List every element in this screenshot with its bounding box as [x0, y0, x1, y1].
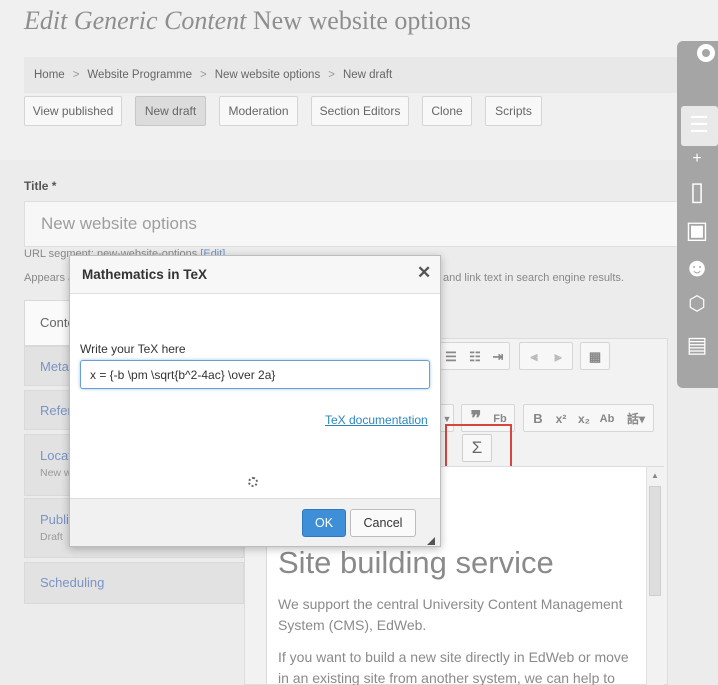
breadcrumb-new-website-options[interactable]: New website options: [215, 69, 320, 81]
tab-moderation[interactable]: Moderation: [219, 96, 298, 126]
tab-clone[interactable]: Clone: [422, 96, 472, 126]
code-icon[interactable]: ⬡: [682, 291, 712, 316]
sidetab-location-label: Locat: [40, 448, 72, 463]
sidetab-metadata-label: Meta: [40, 359, 69, 374]
sidetab-scheduling-label: Scheduling: [40, 575, 105, 590]
video-icon[interactable]: ▤: [682, 332, 712, 358]
cancel-button[interactable]: Cancel: [350, 509, 416, 537]
appears-text-tail: and link text in search engine results.: [443, 272, 624, 284]
title-input[interactable]: New website options: [24, 201, 684, 247]
list-icon[interactable]: ☰: [684, 112, 714, 138]
tex-label: Write your TeX here: [80, 342, 186, 356]
table-icon[interactable]: ▦: [584, 346, 606, 368]
content-paragraph-line: in an existing site from another system,…: [278, 670, 615, 685]
image-icon[interactable]: ▣: [682, 216, 712, 245]
tex-input[interactable]: [80, 360, 430, 389]
page-header: Edit Generic Content New website options…: [0, 0, 718, 160]
breadcrumb-website-programme[interactable]: Website Programme: [87, 69, 192, 81]
appears-text: Appears a: [24, 272, 75, 284]
abbreviation-icon[interactable]: Ab: [596, 408, 618, 430]
text-style-toolbar-group: B x² x₂ Ab 話▾: [523, 404, 654, 432]
close-icon[interactable]: ✕: [417, 263, 431, 283]
tex-documentation-link[interactable]: TeX documentation: [325, 413, 428, 427]
add-icon[interactable]: +: [682, 150, 712, 168]
content-paragraph-line: If you want to build a new site directly…: [278, 649, 629, 665]
sidetab-references-label: Refer: [40, 403, 72, 418]
table-toolbar-group: ▦: [580, 342, 610, 370]
ok-button[interactable]: OK: [302, 509, 346, 537]
bullet-list-icon[interactable]: ☷: [464, 346, 486, 368]
dialog-header: Mathematics in TeX ✕: [70, 256, 440, 294]
settings-icon[interactable]: [697, 44, 715, 62]
resize-handle-icon[interactable]: [427, 537, 435, 545]
indent-icon[interactable]: ⇥: [487, 346, 509, 368]
sidetab-scheduling[interactable]: Scheduling: [24, 562, 244, 604]
breadcrumb: Home > Website Programme > New website optio…: [24, 57, 684, 93]
align-left-icon[interactable]: ⫷: [523, 346, 545, 368]
content-paragraph-line: System (CMS), EdWeb.: [278, 617, 427, 633]
scrollbar-thumb[interactable]: [649, 486, 661, 596]
dialog-footer: OK Cancel: [70, 498, 440, 546]
superscript-button[interactable]: x²: [550, 408, 572, 430]
dialog-title: Mathematics in TeX: [82, 267, 208, 282]
tab-view-published[interactable]: View published: [24, 96, 122, 126]
scroll-up-icon[interactable]: ▲: [651, 471, 659, 480]
tex-dialog: Mathematics in TeX ✕ Write your TeX here…: [69, 255, 441, 547]
breadcrumb-current: New draft: [342, 69, 393, 81]
page-title: Edit Generic Content New website options: [24, 6, 471, 36]
align-toolbar-group: ⫷ ⫸: [519, 342, 573, 370]
loading-spinner-icon: [248, 477, 258, 487]
add-page-icon[interactable]: ▯: [682, 176, 712, 207]
numbered-list-icon[interactable]: ☰: [440, 346, 462, 368]
breadcrumb-home[interactable]: Home: [34, 69, 65, 81]
list-toolbar-group: ☰ ☷ ⇥: [436, 342, 510, 370]
language-icon[interactable]: 話▾: [620, 408, 652, 430]
tab-new-draft[interactable]: New draft: [135, 96, 206, 126]
sidetab-publishing-label: Publi: [40, 512, 69, 527]
tab-section-editors[interactable]: Section Editors: [311, 96, 409, 126]
align-right-icon[interactable]: ⫸: [547, 346, 569, 368]
tab-scripts[interactable]: Scripts: [485, 96, 542, 126]
title-label: Title *: [24, 179, 57, 193]
content-heading: Site building service: [278, 545, 554, 580]
user-info-icon[interactable]: ☻: [682, 252, 712, 283]
content-paragraph-line: We support the central University Conten…: [278, 596, 623, 612]
page-title-name: New website options: [252, 6, 471, 35]
page-title-prefix: Edit Generic Content: [24, 6, 247, 35]
bold-button[interactable]: B: [527, 408, 549, 430]
subscript-button[interactable]: x₂: [573, 408, 595, 430]
